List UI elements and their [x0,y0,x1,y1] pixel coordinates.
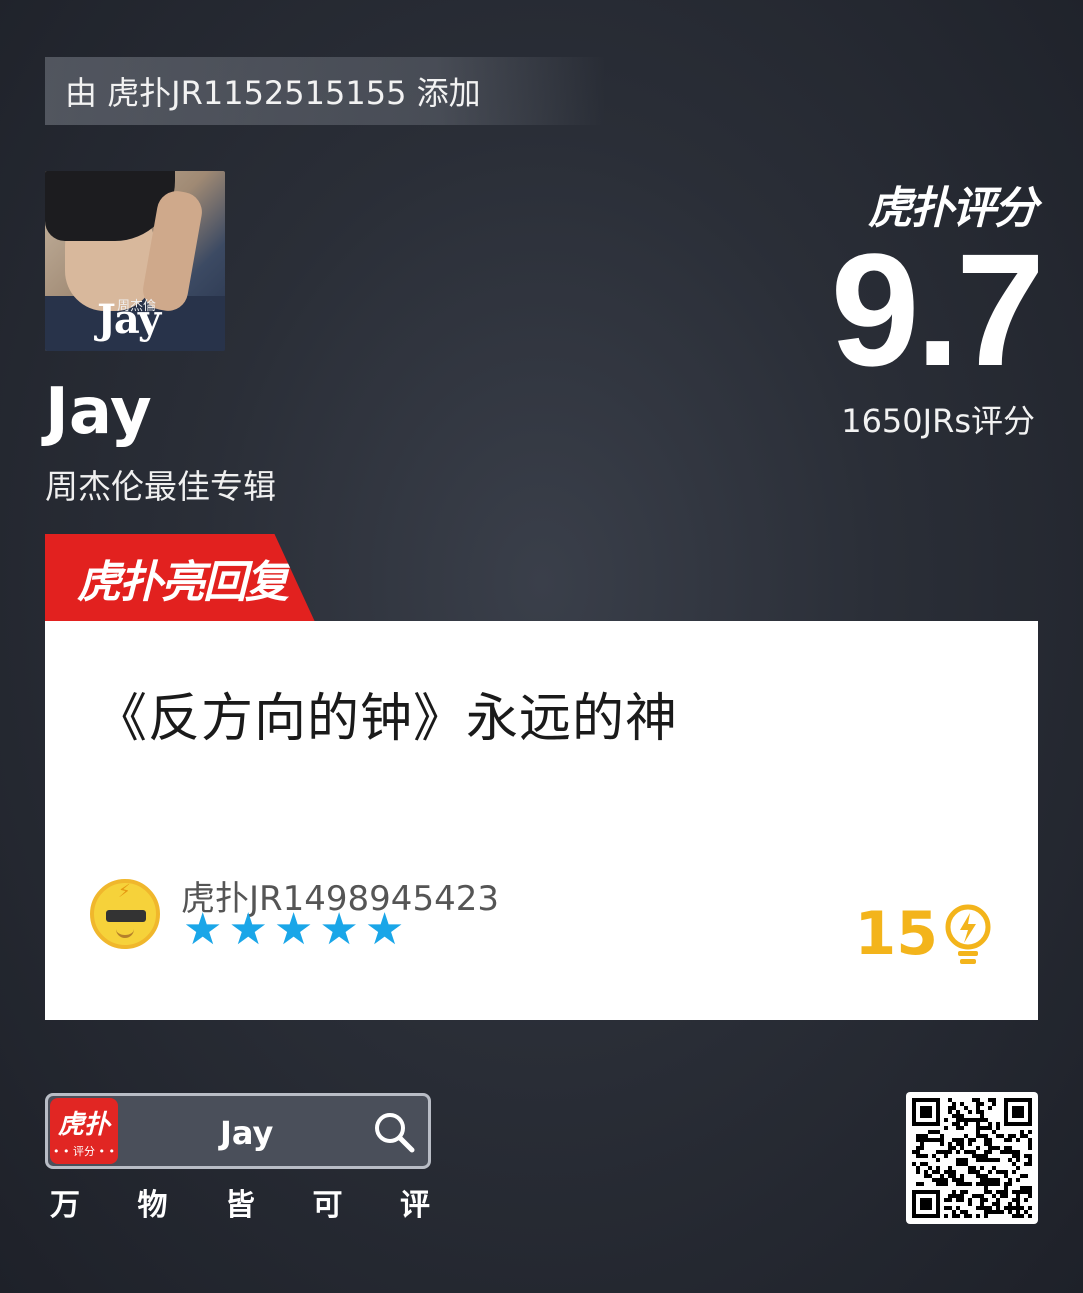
rating-count: 1650JRs评分 [841,402,1035,440]
hupu-app-icon[interactable]: 虎扑 • • 评分 • • [50,1098,118,1164]
star-icon: ★ [364,904,405,955]
star-icon: ★ [273,904,314,955]
slogan-char: 评 [400,1188,430,1223]
slogan-char: 万 [50,1188,80,1223]
highlight-tag-label: 虎扑亮回复 [77,557,289,608]
lightbulb-like-icon[interactable] [940,903,996,967]
star-rating: ★ ★ ★ ★ ★ [183,908,404,952]
highlight-reply-tag: 虎扑亮回复 [45,534,315,622]
slogan-char: 皆 [225,1188,255,1223]
app-icon-sub: • • 评分 • • [53,1144,115,1158]
star-icon: ★ [228,904,268,955]
added-by-banner: 由 虎扑JR1152515155 添加 [45,57,605,125]
search-icon[interactable] [372,1110,416,1154]
added-by-text: 由 虎扑JR1152515155 添加 [65,74,481,112]
highlight-reply-card[interactable]: 《反方向的钟》永远的神 ⚡ 虎扑JR1498945423 ★ ★ ★ ★ ★ 15 [45,621,1038,1020]
album-title: Jay [45,375,152,449]
comment-text: 《反方向的钟》永远的神 [95,689,679,749]
lightning-icon: ⚡ [118,881,131,902]
slogan: 万物皆可评 [50,1180,430,1224]
album-cover[interactable]: 周杰倫 Jay [45,171,225,351]
album-subtitle: 周杰伦最佳专辑 [45,467,276,506]
slogan-char: 可 [312,1188,343,1223]
cover-title-text: Jay [97,296,161,343]
star-icon: ★ [319,904,359,955]
search-bar[interactable]: 虎扑 • • 评分 • • Jay [45,1093,431,1169]
like-count: 15 [854,899,939,969]
qr-code[interactable] [906,1092,1038,1224]
sunglasses-icon [106,910,146,922]
slogan-char: 物 [137,1188,168,1223]
star-icon: ★ [183,904,223,955]
search-input[interactable]: Jay [220,1114,273,1152]
app-icon-text: 虎扑 [57,1109,110,1140]
avatar[interactable]: ⚡ [90,879,160,949]
rating-score: 9.7 [830,220,1045,399]
